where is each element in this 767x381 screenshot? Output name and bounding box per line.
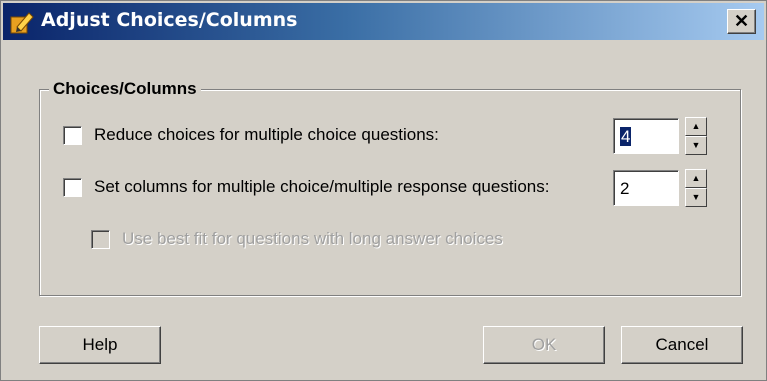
up-arrow-icon[interactable]: ▲: [685, 117, 707, 136]
reduce-choices-row[interactable]: Reduce choices for multiple choice quest…: [63, 125, 439, 145]
cancel-button-label: Cancel: [655, 335, 709, 354]
set-columns-value: 2: [620, 179, 630, 198]
ok-button: OK: [483, 326, 605, 364]
reduce-choices-label: Reduce choices for multiple choice quest…: [94, 125, 439, 144]
help-button[interactable]: Help: [39, 326, 161, 364]
close-button[interactable]: ✕: [727, 9, 756, 34]
dialog-window: Adjust Choices/Columns ✕ Choices/Columns…: [0, 0, 767, 381]
reduce-choices-value: 4: [620, 127, 632, 146]
best-fit-row: Use best fit for questions with long ans…: [91, 229, 503, 249]
group-label: Choices/Columns: [49, 79, 201, 99]
set-columns-checkbox[interactable]: [63, 177, 82, 197]
app-pencil-icon: [10, 12, 34, 34]
help-button-label: Help: [82, 335, 118, 354]
reduce-choices-checkbox[interactable]: [63, 125, 82, 145]
ok-button-label: OK: [531, 335, 557, 354]
reduce-choices-spinner: ▲ ▼: [685, 117, 707, 155]
set-columns-spin-input[interactable]: 2: [613, 170, 679, 206]
down-arrow-icon[interactable]: ▼: [685, 136, 707, 155]
set-columns-spinner: ▲ ▼: [685, 169, 707, 207]
best-fit-checkbox: [91, 229, 110, 249]
reduce-choices-spin-input[interactable]: 4: [613, 118, 679, 154]
cancel-button[interactable]: Cancel: [621, 326, 743, 364]
down-arrow-icon[interactable]: ▼: [685, 188, 707, 207]
best-fit-label: Use best fit for questions with long ans…: [122, 229, 503, 248]
window-title: Adjust Choices/Columns: [41, 9, 298, 31]
close-icon: ✕: [733, 11, 750, 31]
title-bar[interactable]: Adjust Choices/Columns ✕: [3, 3, 764, 40]
set-columns-label: Set columns for multiple choice/multiple…: [94, 177, 550, 196]
up-arrow-icon[interactable]: ▲: [685, 169, 707, 188]
set-columns-row[interactable]: Set columns for multiple choice/multiple…: [63, 177, 549, 197]
